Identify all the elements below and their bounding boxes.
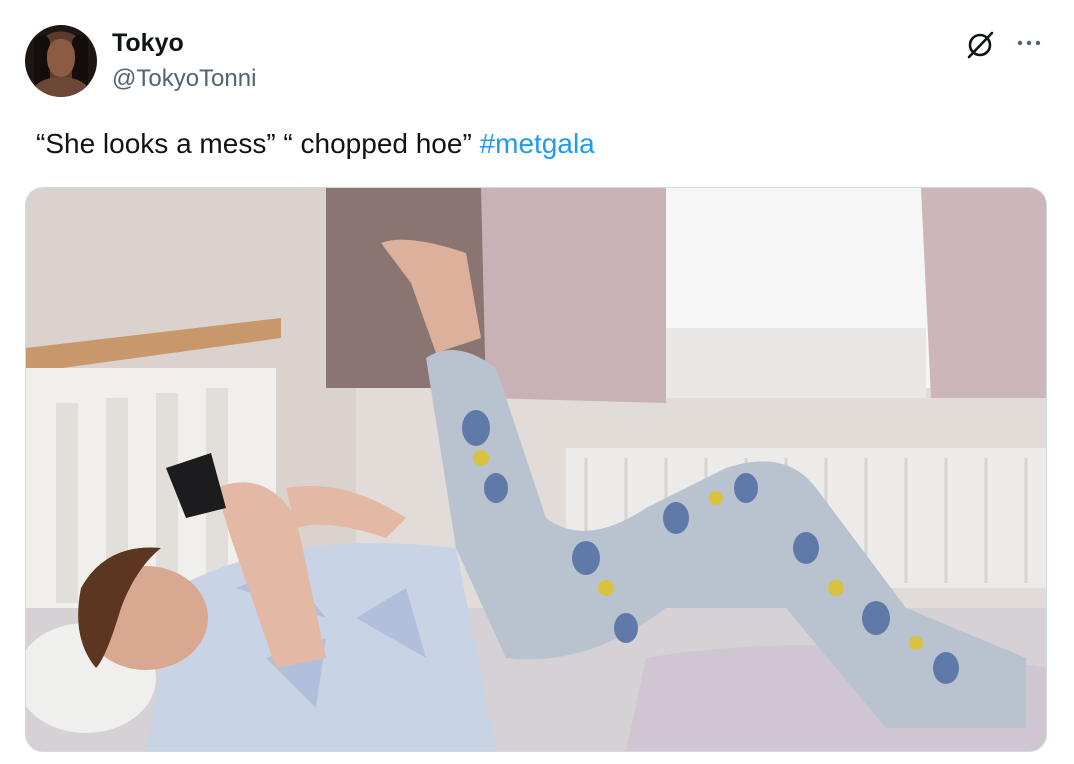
photo-illustration <box>26 188 1046 751</box>
tweet-text-body: “She looks a mess” “ chopped hoe” <box>36 128 480 159</box>
tweet-media-photo[interactable] <box>25 187 1047 752</box>
author-avatar[interactable] <box>25 25 97 97</box>
grok-button[interactable] <box>963 28 997 62</box>
author-handle[interactable]: @TokyoTonni <box>112 64 256 94</box>
author-display-name[interactable]: Tokyo <box>112 28 184 58</box>
hashtag-link[interactable]: #metgala <box>480 128 595 159</box>
more-horizontal-icon <box>1017 40 1041 46</box>
more-options-button[interactable] <box>1012 26 1046 60</box>
tweet-card: Tokyo @TokyoTonni “She looks a mess” “ c… <box>0 0 1074 764</box>
tweet-text: “She looks a mess” “ chopped hoe” #metga… <box>36 125 595 163</box>
grok-slash-circle-icon <box>967 31 994 59</box>
avatar-face <box>47 39 75 77</box>
